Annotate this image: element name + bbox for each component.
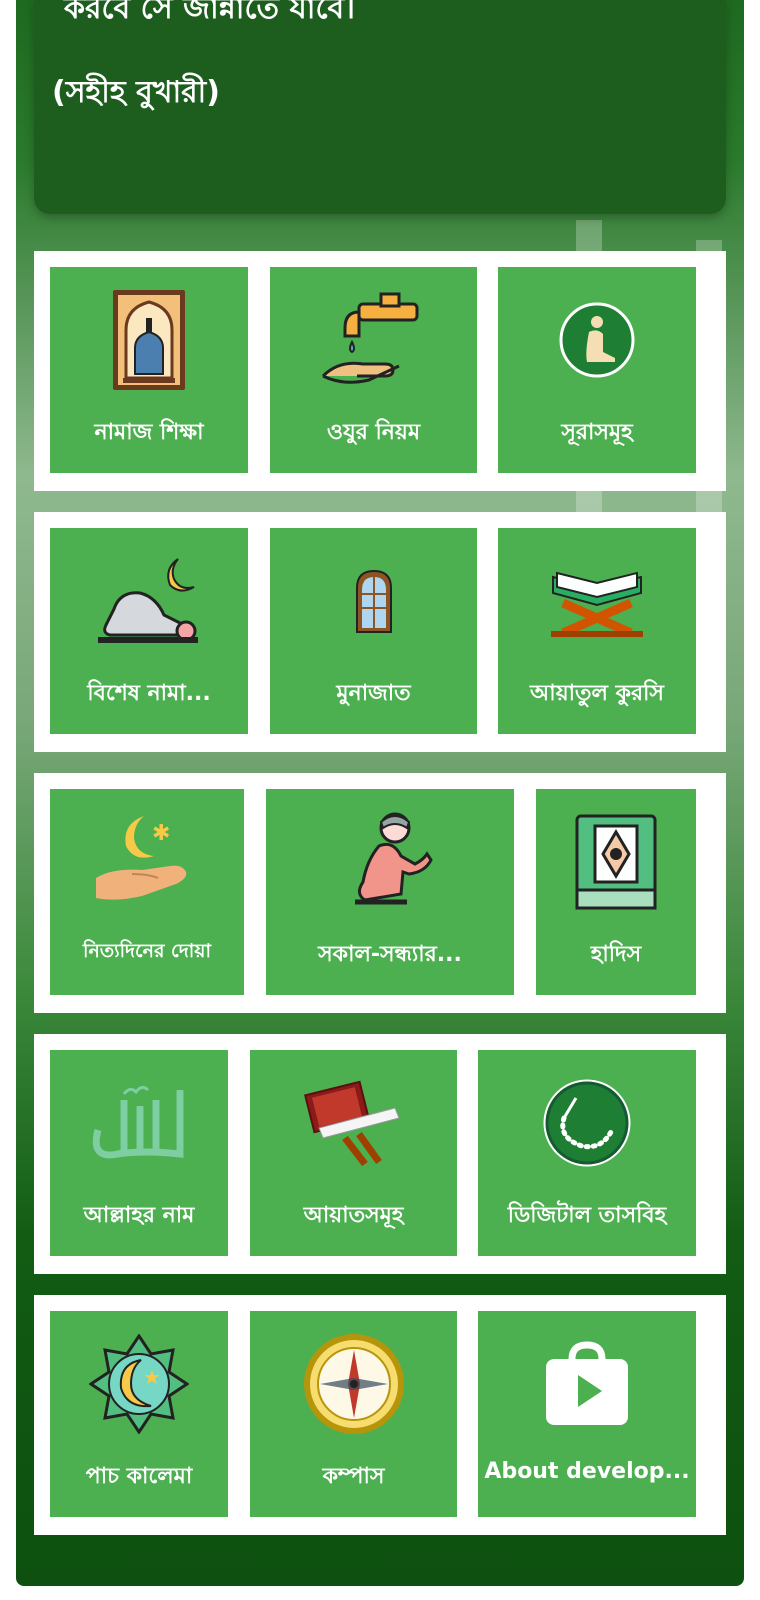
menu-tile-label: আয়াতসমূহ bbox=[303, 1203, 404, 1228]
svg-text:✱: ✱ bbox=[152, 821, 170, 846]
play-store-icon bbox=[532, 1329, 642, 1439]
water-tap-icon bbox=[319, 285, 429, 395]
hadith-card: করবে সে জান্নাতে যাবে। (সহীহ বুখারী) bbox=[34, 0, 726, 214]
menu-tile-nittodiner-doa[interactable]: ✱ নিত্যদিনের দোয়া bbox=[50, 789, 244, 995]
menu-tile-label: সকাল-সন্ধ্যার... bbox=[318, 942, 462, 967]
allah-calligraphy-icon bbox=[84, 1068, 194, 1178]
menu-tile-surasomuho[interactable]: সূরাসমূহ bbox=[498, 267, 696, 473]
kneeling-prayer-icon bbox=[335, 807, 445, 917]
app-background: করবে সে জান্নাতে যাবে। (সহীহ বুখারী) নাম… bbox=[16, 0, 744, 1586]
book-icon bbox=[561, 807, 671, 917]
compass-icon bbox=[299, 1329, 409, 1439]
menu-tile-label: মুনাজাত bbox=[336, 681, 411, 706]
menu-row-3: ✱ নিত্যদিনের দোয়া সকাল-সন্ধ্যার... হাদি… bbox=[34, 773, 726, 1013]
menu-tile-label: ওযুর নিয়ম bbox=[326, 420, 421, 445]
menu-tile-ayatsomuho[interactable]: আয়াতসমূহ bbox=[250, 1050, 457, 1256]
menu-tile-label: আল্লাহর নাম bbox=[83, 1203, 195, 1228]
tasbih-beads-icon bbox=[532, 1068, 642, 1178]
menu-tile-label: নামাজ শিক্ষা bbox=[94, 420, 204, 445]
menu-tile-label: কম্পাস bbox=[322, 1464, 385, 1489]
menu-tile-label: বিশেষ নামা... bbox=[87, 681, 211, 706]
hadith-source: (সহীহ বুখারী) bbox=[52, 75, 220, 110]
quran-stand-icon bbox=[542, 546, 652, 656]
menu-tile-label: নিত্যদিনের দোয়া bbox=[83, 940, 211, 962]
menu-tile-about-developer[interactable]: About develop... bbox=[478, 1311, 696, 1517]
menu-tile-munajat[interactable]: মুনাজাত bbox=[270, 528, 477, 734]
menu-tile-pach-kalema[interactable]: ★ পাচ কালেমা bbox=[50, 1311, 228, 1517]
hand-crescent-icon: ✱ bbox=[92, 807, 202, 917]
menu-row-1: নামাজ শিক্ষা ওযুর নিয়ম সূরাসমূহ bbox=[34, 251, 726, 491]
menu-tile-bishesh-namaz[interactable]: বিশেষ নামা... bbox=[50, 528, 248, 734]
svg-text:★: ★ bbox=[143, 1365, 161, 1389]
menu-row-4: আল্লাহর নাম আয়াতসমূহ ডিজিটাল তাসবিহ bbox=[34, 1034, 726, 1274]
menu-tile-label: পাচ কালেমা bbox=[85, 1464, 193, 1489]
menu-tile-allahor-nam[interactable]: আল্লাহর নাম bbox=[50, 1050, 228, 1256]
menu-tile-label: ডিজিটাল তাসবিহ bbox=[507, 1203, 667, 1228]
menu-tile-label: হাদিস bbox=[590, 942, 642, 967]
praying-man-badge-icon bbox=[542, 285, 652, 395]
hadith-text: করবে সে জান্নাতে যাবে। bbox=[64, 0, 355, 26]
menu-tile-label: About develop... bbox=[484, 1459, 690, 1484]
window-arch-icon bbox=[319, 546, 429, 656]
menu-tile-label: সূরাসমূহ bbox=[561, 420, 633, 445]
menu-tile-sokal-sondhyar[interactable]: সকাল-সন্ধ্যার... bbox=[266, 789, 514, 995]
menu-tile-ozur-niyom[interactable]: ওযুর নিয়ম bbox=[270, 267, 477, 473]
menu-tile-ayatul-kursi[interactable]: আয়াতুল কুরসি bbox=[498, 528, 696, 734]
menu-tile-compass[interactable]: কম্পাস bbox=[250, 1311, 457, 1517]
menu-row-2: বিশেষ নামা... মুনাজাত আয়াতুল কুরসি bbox=[34, 512, 726, 752]
menu-row-5: ★ পাচ কালেমা কম্পাস About develop... bbox=[34, 1295, 726, 1535]
open-quran-icon bbox=[299, 1068, 409, 1178]
prostration-moon-icon bbox=[94, 546, 204, 656]
prayer-rug-icon bbox=[94, 285, 204, 395]
menu-tile-label: আয়াতুল কুরসি bbox=[530, 681, 664, 706]
menu-tile-namaz-shikkha[interactable]: নামাজ শিক্ষা bbox=[50, 267, 248, 473]
menu-tile-hadis[interactable]: হাদিস bbox=[536, 789, 696, 995]
crescent-star-badge-icon: ★ bbox=[84, 1329, 194, 1439]
menu-tile-digital-tasbih[interactable]: ডিজিটাল তাসবিহ bbox=[478, 1050, 696, 1256]
